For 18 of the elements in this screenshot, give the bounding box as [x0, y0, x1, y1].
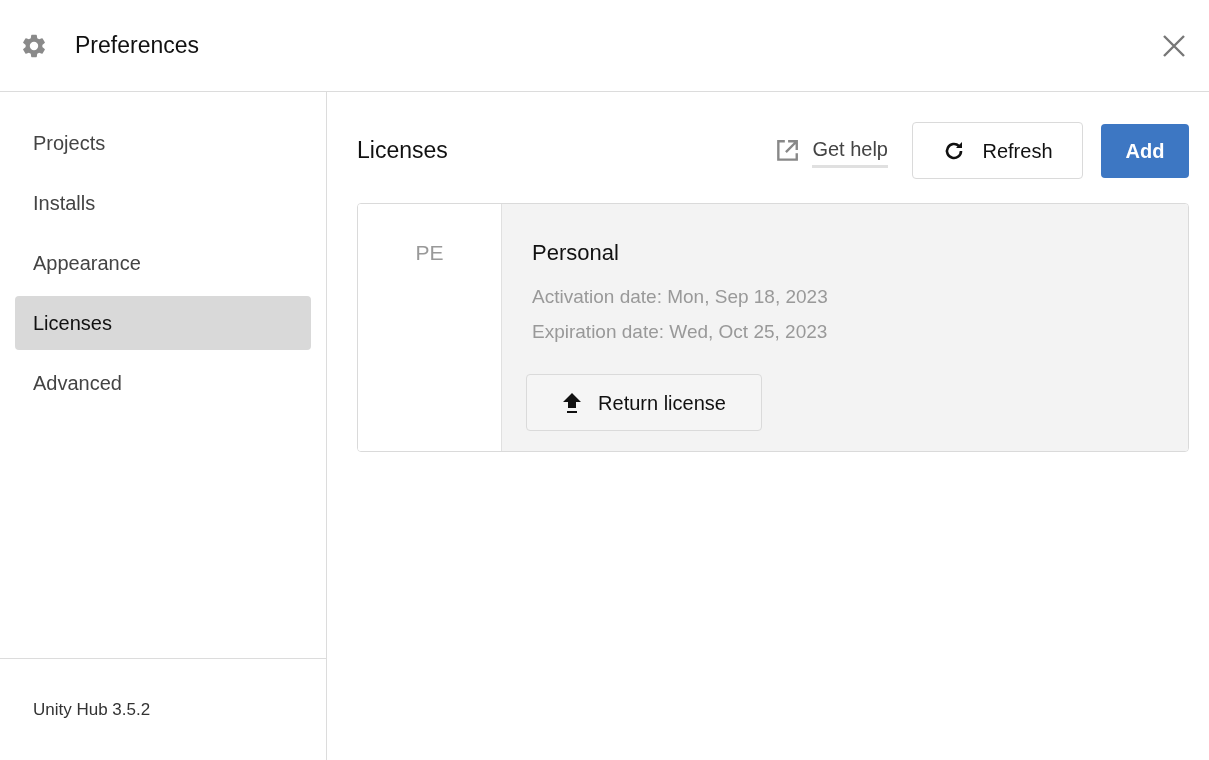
sidebar-item[interactable]: Installs [15, 176, 311, 230]
section-heading: Licenses [357, 136, 448, 166]
sidebar-item[interactable]: Projects [15, 116, 311, 170]
sidebar-item[interactable]: Licenses [15, 296, 311, 350]
refresh-button[interactable]: Refresh [912, 122, 1083, 179]
version-text: Unity Hub 3.5.2 [33, 698, 151, 721]
sidebar-item[interactable]: Advanced [15, 356, 311, 410]
license-initials: PE [415, 240, 444, 266]
external-link-icon [774, 137, 801, 164]
expiration-date: Expiration date: Wed, Oct 25, 2023 [532, 319, 828, 344]
window-title: Preferences [75, 31, 199, 61]
upload-icon [562, 391, 583, 414]
get-help-link[interactable]: Get help [812, 133, 888, 168]
activation-date: Activation date: Mon, Sep 18, 2023 [532, 285, 828, 309]
license-name: Personal [532, 239, 619, 267]
return-license-button[interactable]: Return license [526, 374, 762, 431]
sidebar-item[interactable]: Appearance [15, 236, 311, 290]
add-button[interactable]: Add [1101, 123, 1189, 178]
